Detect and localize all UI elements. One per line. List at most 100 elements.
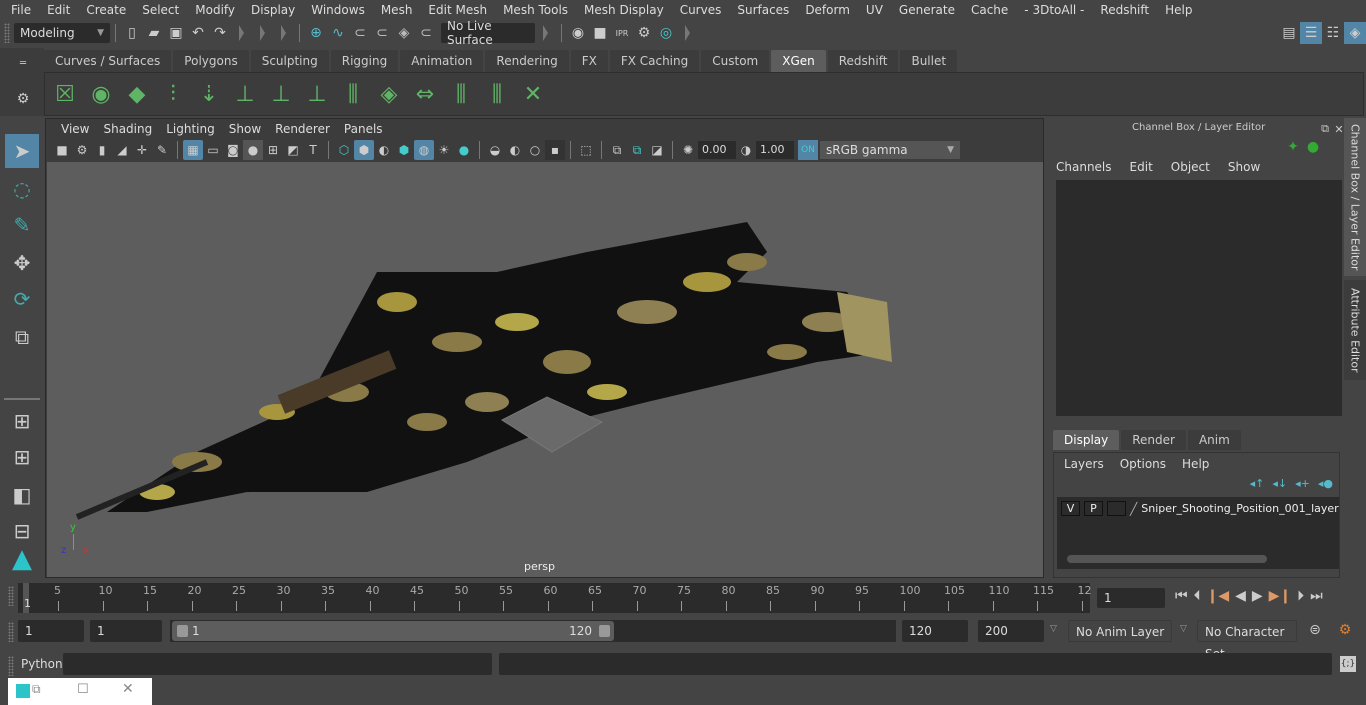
live-surface-field[interactable]: No Live Surface — [441, 19, 535, 47]
color-space-dropdown[interactable]: sRGB gamma ▼ — [820, 141, 960, 159]
go-to-start-icon[interactable]: ⏮ — [1175, 588, 1188, 604]
menu-3dtoall[interactable]: - 3DtoAll - — [1016, 3, 1092, 17]
gamma-field[interactable]: 1.00 — [756, 141, 794, 159]
go-to-end-icon[interactable]: ⏭ — [1310, 588, 1323, 604]
add-guide-icon[interactable]: ⊥ — [227, 76, 263, 112]
grip-handle[interactable] — [8, 586, 14, 606]
menu-windows[interactable]: Windows — [303, 3, 373, 17]
move-tool-icon[interactable]: ✥ — [5, 246, 39, 280]
save-scene-icon[interactable]: ▣ — [165, 22, 187, 44]
layer-menu-help[interactable]: Help — [1182, 457, 1209, 471]
step-forward-key-icon[interactable]: ▶❙ — [1269, 588, 1292, 604]
step-back-icon[interactable]: ⏴ — [1194, 588, 1201, 604]
split-guide-icon[interactable]: ⫼ — [335, 76, 371, 112]
2d-pan-zoom-icon[interactable]: ✛ — [132, 140, 152, 160]
new-layer-icon[interactable]: ◂+ — [1295, 477, 1310, 490]
type-toggle[interactable] — [1107, 501, 1126, 516]
menu-redshift[interactable]: Redshift — [1092, 3, 1157, 17]
range-slider-handle[interactable]: 1 120 — [172, 621, 614, 641]
new-layer-selected-icon[interactable]: ◂● — [1318, 477, 1333, 490]
modeling-toolkit-icon[interactable]: ▤ — [1278, 22, 1300, 44]
layer-row[interactable]: V P ╱ Sniper_Shooting_Position_001_layer — [1061, 501, 1339, 516]
collapse-icon[interactable] — [239, 25, 244, 41]
snap-point-icon[interactable]: ⊂ — [349, 22, 371, 44]
time-slider[interactable]: 1 5 10 15 20 25 30 35 40 45 50 55 60 65 70 75 80 85 90 95 1… — [0, 580, 1366, 616]
menu-edit[interactable]: Edit — [39, 3, 78, 17]
xray-icon[interactable]: ⬢ — [394, 140, 414, 160]
film-gate-icon[interactable]: ▭ — [203, 140, 223, 160]
shelf-tab-custom[interactable]: Custom — [701, 50, 770, 72]
shelf-tab-rigging[interactable]: Rigging — [330, 50, 399, 72]
menu-select[interactable]: Select — [134, 3, 187, 17]
ambient-occlusion-icon[interactable]: ◒ — [485, 140, 505, 160]
camera-icon[interactable]: ■ — [52, 140, 72, 160]
character-set-dropdown[interactable]: No Character Set — [1197, 620, 1297, 661]
paint-select-icon[interactable]: ✎ — [5, 208, 39, 242]
flip-guides-icon[interactable]: ⇔ — [407, 76, 443, 112]
snap-view-plane-icon[interactable]: ⊂ — [371, 22, 393, 44]
menu-mesh-display[interactable]: Mesh Display — [576, 3, 672, 17]
horizontal-scrollbar[interactable] — [1067, 555, 1267, 563]
four-view-icon[interactable]: ⊞ — [5, 440, 39, 474]
script-editor-icon[interactable]: {;} — [1340, 656, 1356, 672]
render-frame-icon[interactable]: ■ — [589, 22, 611, 44]
collapse-icon[interactable] — [543, 25, 548, 41]
animation-start-field[interactable]: 1 — [18, 620, 84, 642]
visibility-toggle[interactable]: V — [1061, 501, 1080, 516]
shadows-icon[interactable]: ● — [454, 140, 474, 160]
safe-action-icon[interactable]: ◩ — [283, 140, 303, 160]
wireframe-icon[interactable]: ⬡ — [334, 140, 354, 160]
shelf-tab-curves-surfaces[interactable]: Curves / Surfaces — [44, 50, 172, 72]
viewport-menu-renderer[interactable]: Renderer — [268, 122, 337, 136]
chevron-down-icon[interactable]: ▽ — [1180, 624, 1187, 634]
playback-toggle[interactable]: P — [1084, 501, 1103, 516]
menu-file[interactable]: File — [3, 3, 39, 17]
channel-menu-show[interactable]: Show — [1228, 160, 1260, 174]
menu-display[interactable]: Display — [243, 3, 303, 17]
shelf-tab-rendering[interactable]: Rendering — [485, 50, 569, 72]
snap-grid-icon[interactable]: ⊕ — [305, 22, 327, 44]
preview-icon[interactable]: ◉ — [83, 76, 119, 112]
hypershade-icon[interactable]: ◎ — [655, 22, 677, 44]
clear-preview-icon[interactable]: ◆ — [119, 76, 155, 112]
step-forward-icon[interactable]: ⏵ — [1297, 588, 1304, 604]
shelf-tab-polygons[interactable]: Polygons — [173, 50, 249, 72]
manipulator-icon[interactable]: ✦ — [1282, 136, 1304, 158]
move-layer-up-icon[interactable]: ◂↑ — [1250, 477, 1265, 490]
move-layer-down-icon[interactable]: ◂↓ — [1272, 477, 1287, 490]
menu-create[interactable]: Create — [78, 3, 134, 17]
add-guides-icon[interactable]: ⫶ — [155, 76, 191, 112]
shelf-tab-sculpting[interactable]: Sculpting — [250, 50, 329, 72]
smooth-shade-icon[interactable]: ⬢ — [354, 140, 374, 160]
xgen-window-icon[interactable]: ☒ — [47, 76, 83, 112]
range-start-handle[interactable] — [177, 625, 188, 637]
snap-curve-icon[interactable]: ∿ — [327, 22, 349, 44]
render-view-icon[interactable]: ◉ — [567, 22, 589, 44]
menu-deform[interactable]: Deform — [797, 3, 858, 17]
menu-uv[interactable]: UV — [858, 3, 891, 17]
color-management-toggle-icon[interactable]: ON — [798, 140, 818, 160]
side-tab-channel-box[interactable]: Channel Box / Layer Editor — [1344, 118, 1366, 276]
motion-blur-icon[interactable]: ◐ — [505, 140, 525, 160]
channel-box-icon[interactable]: ◈ — [1344, 22, 1366, 44]
exposure-field[interactable]: 0.00 — [698, 141, 736, 159]
resolution-gate-icon[interactable]: ◙ — [223, 140, 243, 160]
place-guides-icon[interactable]: ⇣ — [191, 76, 227, 112]
depth-of-field-icon[interactable]: ▪ — [545, 140, 565, 160]
snap-live-icon[interactable]: ◈ — [393, 22, 415, 44]
range-slider-track[interactable]: 1 120 — [170, 620, 896, 642]
rotate-tool-icon[interactable]: ⟳ — [5, 282, 39, 316]
field-chart-icon[interactable]: ⊞ — [263, 140, 283, 160]
outliner-persp-icon[interactable]: ◧ — [5, 478, 39, 512]
viewport-menu-panels[interactable]: Panels — [337, 122, 390, 136]
undo-icon[interactable]: ↶ — [187, 22, 209, 44]
gamma-icon[interactable]: ◑ — [736, 140, 756, 160]
menu-curves[interactable]: Curves — [672, 3, 730, 17]
shelf-tab-redshift[interactable]: Redshift — [827, 50, 899, 72]
isolate-select-icon[interactable]: ⬚ — [576, 140, 596, 160]
range-end-handle[interactable] — [599, 625, 610, 637]
layer-tab-anim[interactable]: Anim — [1187, 430, 1241, 450]
groom-region-icon[interactable]: ◈ — [371, 76, 407, 112]
scale-tool-icon[interactable]: ⧉ — [5, 320, 39, 354]
safe-title-icon[interactable]: T — [303, 140, 323, 160]
